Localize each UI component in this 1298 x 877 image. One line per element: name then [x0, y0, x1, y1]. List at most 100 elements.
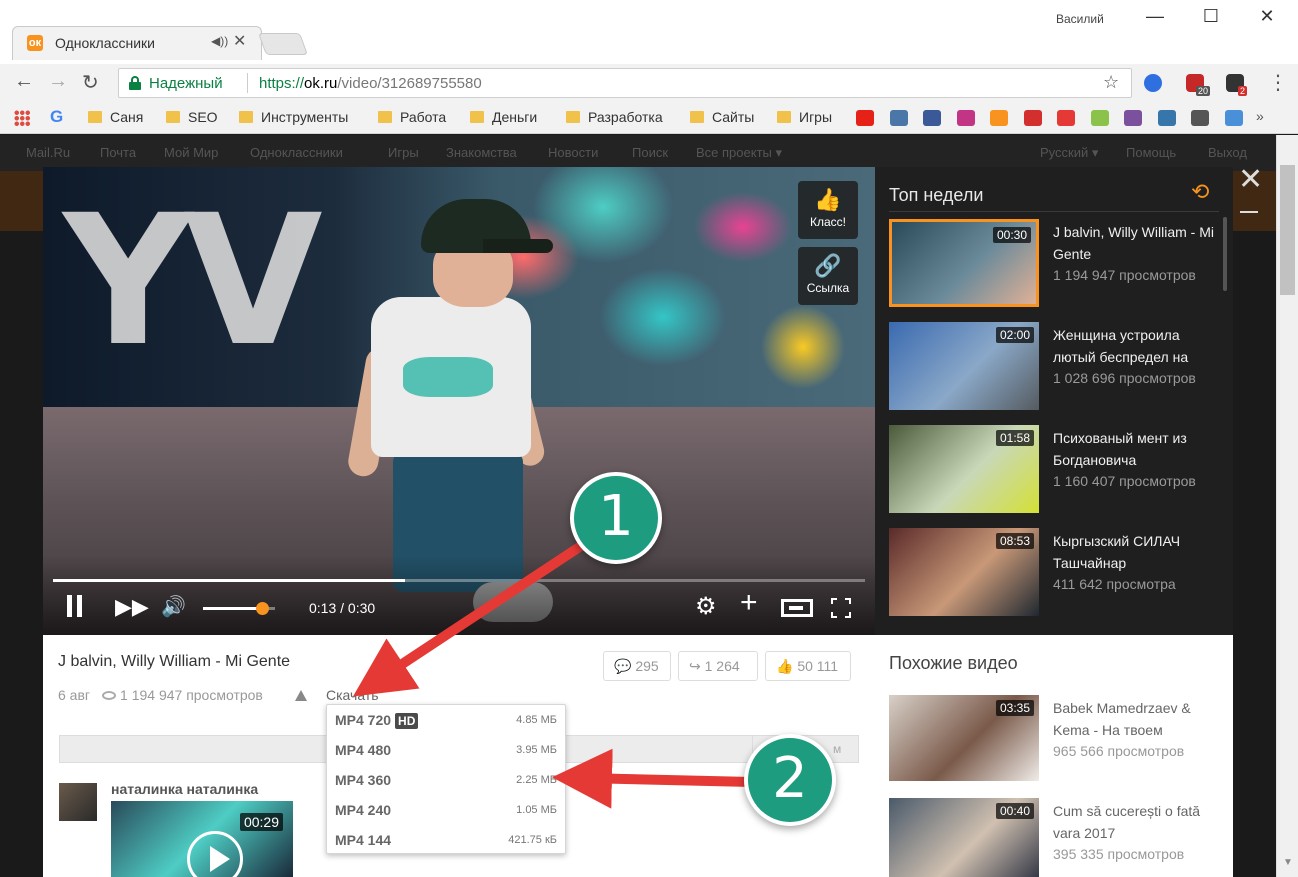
tab-close-icon[interactable]: ✕ [233, 31, 246, 51]
video-thumbnail[interactable]: 03:35 [889, 695, 1039, 781]
window-close-icon[interactable]: ✕ [1252, 6, 1282, 27]
download-option[interactable]: MP4 720 HD 4.85 МБ [327, 705, 565, 735]
close-layer-icon[interactable]: ✕ [1238, 165, 1263, 195]
new-tab-button[interactable] [257, 33, 309, 55]
forward-icon[interactable]: → [48, 70, 68, 93]
bookmark-folder[interactable]: Сайты [690, 109, 754, 125]
video-thumbnail[interactable]: 02:00 [889, 322, 1039, 410]
tab-audio-icon[interactable]: ◀)) [211, 34, 228, 48]
portal-link[interactable]: Знакомства [446, 145, 517, 160]
share-link-button[interactable]: 🔗 Ссылка [798, 247, 858, 305]
reload-icon[interactable]: ↻ [82, 70, 99, 95]
volume-slider[interactable] [203, 602, 275, 615]
video-thumbnail[interactable]: 08:53 [889, 528, 1039, 616]
similar-video-item[interactable]: 00:40 Cum să cucerești o fată vara 2017 39… [889, 798, 1229, 877]
android-icon[interactable] [1090, 110, 1109, 126]
video-item-title[interactable]: Психованый мент из Богдановича [1053, 427, 1218, 471]
portal-link[interactable]: Mail.Ru [26, 145, 70, 160]
browser-menu-icon[interactable]: ⋮ [1268, 70, 1288, 95]
warning-icon[interactable] [295, 690, 307, 701]
portal-link[interactable]: Выход [1208, 145, 1247, 160]
plus-icon[interactable] [1057, 110, 1075, 126]
python-icon[interactable] [1157, 110, 1176, 126]
home-icon[interactable] [1023, 110, 1042, 126]
minimize-layer-icon[interactable] [1240, 211, 1258, 213]
like-count-button[interactable]: 👍 50 111 [765, 651, 851, 681]
bookmark-folder[interactable]: Игры [777, 109, 832, 125]
comments-button[interactable]: 💬 295 [603, 651, 671, 681]
tab-odnoklassniki[interactable]: ок Одноклассники ◀)) ✕ [12, 26, 262, 60]
page-scrollbar[interactable]: ▼ [1276, 135, 1298, 877]
minimize-icon[interactable]: — [1140, 6, 1170, 27]
settings-gear-icon[interactable]: ⚙ [695, 595, 717, 619]
video-thumbnail[interactable]: 01:58 [889, 425, 1039, 513]
viber-icon[interactable] [1124, 110, 1142, 126]
pause-icon[interactable] [67, 595, 87, 622]
apps-grid-icon[interactable] [14, 110, 30, 126]
video-item-title[interactable]: Женщина устроила лютый беспредел на [1053, 324, 1218, 368]
download-option[interactable]: MP4 144 421.75 кБ [327, 825, 565, 855]
google-icon[interactable]: G [50, 107, 63, 127]
fullscreen-icon[interactable] [831, 598, 851, 618]
comment-author[interactable]: наталинка наталинка [111, 781, 258, 797]
mini-player-icon[interactable] [781, 599, 813, 617]
back-icon[interactable]: ← [14, 70, 34, 93]
refresh-icon[interactable]: ⟲ [1191, 179, 1209, 205]
scrollbar-thumb[interactable] [1280, 165, 1295, 295]
bookmark-folder[interactable]: SEO [166, 109, 218, 125]
download-option[interactable]: MP4 360 2.25 МБ [327, 765, 565, 795]
url-text[interactable]: https://ok.ru/video/312689755580 [259, 75, 482, 92]
top-week-item[interactable]: 00:30 J balvin, Willy William - Mi Gente 1… [889, 219, 1219, 309]
portal-link[interactable]: Новости [548, 145, 598, 160]
bookmark-folder[interactable]: Работа [378, 109, 446, 125]
video-thumbnail[interactable]: 00:30 [889, 219, 1039, 307]
like-button[interactable]: 👍 Класс! [798, 181, 858, 239]
bookmark-star-icon[interactable]: ☆ [1103, 72, 1119, 93]
portal-link[interactable]: Поиск [632, 145, 668, 160]
progress-bar[interactable] [53, 579, 865, 582]
volume-knob[interactable] [256, 602, 270, 615]
similar-video-item[interactable]: 03:35 Babek Mamedrzaev & Kema - На твоем 9… [889, 695, 1229, 785]
download-option[interactable]: MP4 480 3.95 МБ [327, 735, 565, 765]
language-select[interactable]: Русский ▾ [1040, 145, 1098, 161]
portal-link[interactable]: Почта [100, 145, 136, 160]
top-week-item[interactable]: 01:58 Психованый мент из Богдановича 1 160… [889, 425, 1219, 515]
top-week-item[interactable]: 08:53 Кыргызский СИЛАЧ Ташчайнар 411 642 п… [889, 528, 1219, 618]
portal-link[interactable]: Помощь [1126, 145, 1176, 160]
top-week-item[interactable]: 02:00 Женщина устроила лютый беспредел на… [889, 322, 1219, 412]
play-icon[interactable] [187, 831, 243, 877]
bookmark-folder[interactable]: Саня [88, 109, 143, 125]
video-item-title[interactable]: Кыргызский СИЛАЧ Ташчайнар [1053, 530, 1218, 574]
volume-icon[interactable]: 🔊 [161, 595, 186, 619]
portal-link[interactable]: Игры [388, 145, 419, 160]
next-icon[interactable]: ▶▶ [115, 595, 149, 619]
video-item-title[interactable]: J balvin, Willy William - Mi Gente [1053, 221, 1218, 265]
odnoklassniki-icon[interactable] [990, 110, 1008, 126]
storage-icon[interactable] [1224, 110, 1243, 126]
video-item-title[interactable]: Cum să cucerești o fată vara 2017 [1053, 800, 1223, 844]
secure-label[interactable]: Надежный [149, 75, 223, 92]
portal-link[interactable]: Одноклассники [250, 145, 343, 160]
more-bookmarks-icon[interactable]: » [1256, 108, 1264, 124]
sidebar-scrollbar[interactable] [1223, 217, 1227, 291]
comment-video-thumbnail[interactable]: 00:29 [111, 801, 293, 877]
vk-icon[interactable] [889, 110, 908, 126]
youtube-icon[interactable] [856, 110, 874, 126]
video-player[interactable]: YV 👍 Класс! 🔗 Ссылка ▶▶ 🔊 0:13 / 0:30 ⚙ [43, 167, 875, 635]
instagram-icon[interactable] [956, 110, 975, 126]
avatar[interactable] [59, 783, 97, 821]
maximize-icon[interactable]: ☐ [1196, 6, 1226, 27]
add-icon[interactable]: + [740, 588, 758, 618]
bookmark-folder[interactable]: Разработка [566, 109, 663, 125]
share-button[interactable]: ↪ 1 264 [678, 651, 758, 681]
video-thumbnail[interactable]: 00:40 [889, 798, 1039, 877]
profile-name[interactable]: Василий [1056, 12, 1104, 26]
portal-link[interactable]: Все проекты ▾ [696, 145, 782, 161]
download-link[interactable]: Скачать [326, 687, 379, 703]
olx-icon[interactable] [1191, 110, 1209, 126]
extension-globe-icon[interactable] [1144, 74, 1162, 92]
download-option[interactable]: MP4 240 1.05 МБ [327, 795, 565, 825]
bookmark-folder[interactable]: Деньги [470, 109, 537, 125]
video-item-title[interactable]: Babek Mamedrzaev & Kema - На твоем [1053, 697, 1223, 741]
facebook-icon[interactable] [923, 110, 941, 126]
